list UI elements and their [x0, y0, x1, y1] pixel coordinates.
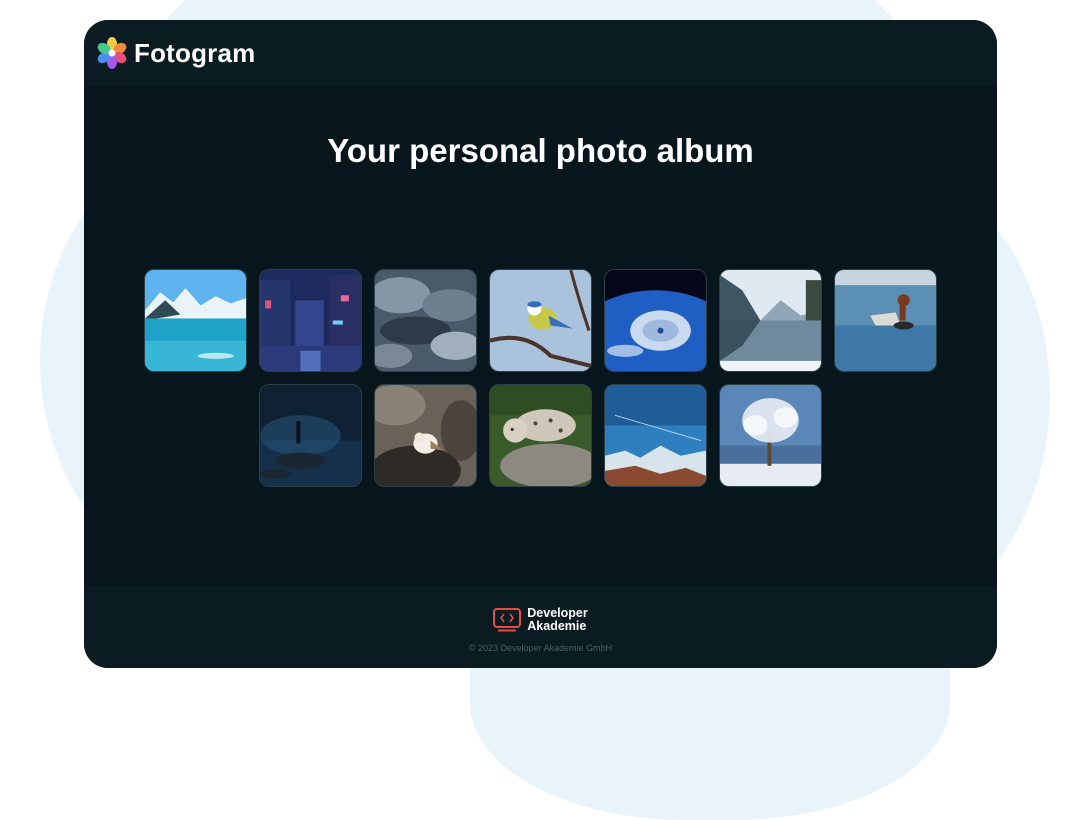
- gallery-row: [84, 384, 997, 487]
- page-title: Your personal photo album: [327, 132, 754, 169]
- main-content: Your personal photo album: [84, 86, 997, 586]
- brand-name[interactable]: Fotogram: [134, 38, 255, 69]
- app-window: Fotogram Your personal photo album Devel…: [84, 20, 997, 668]
- photo-duck-in-water[interactable]: [834, 269, 937, 372]
- photo-snow-leopard[interactable]: [489, 384, 592, 487]
- photo-neon-city-street[interactable]: [259, 269, 362, 372]
- logo-text-line1: Developer: [527, 606, 588, 620]
- developer-akademie-logo[interactable]: Developer Akademie: [493, 607, 588, 632]
- photo-storm-clouds[interactable]: [374, 269, 477, 372]
- photo-snow-bunting-bird[interactable]: [374, 384, 477, 487]
- photo-hurricane-from-space[interactable]: [604, 269, 707, 372]
- logo-text-line2: Akademie: [527, 618, 587, 633]
- photo-frosted-tree[interactable]: [719, 384, 822, 487]
- flower-icon[interactable]: [95, 36, 129, 70]
- photo-mountains-under-blue-sky[interactable]: [604, 384, 707, 487]
- footer: Developer Akademie © 2023 Developer Akad…: [84, 586, 997, 668]
- gallery-row: [84, 269, 997, 372]
- logo-text: Developer Akademie: [527, 607, 587, 632]
- header: Fotogram: [84, 20, 997, 86]
- photo-person-on-rock-at-night[interactable]: [259, 384, 362, 487]
- code-screen-icon: [493, 607, 522, 631]
- photo-glacier-lake[interactable]: [144, 269, 247, 372]
- copyright-text: © 2023 Developer Akademie GmbH: [468, 642, 613, 653]
- photo-winter-mountain-lake[interactable]: [719, 269, 822, 372]
- photo-blue-tit-bird[interactable]: [489, 269, 592, 372]
- photo-gallery: [84, 269, 997, 499]
